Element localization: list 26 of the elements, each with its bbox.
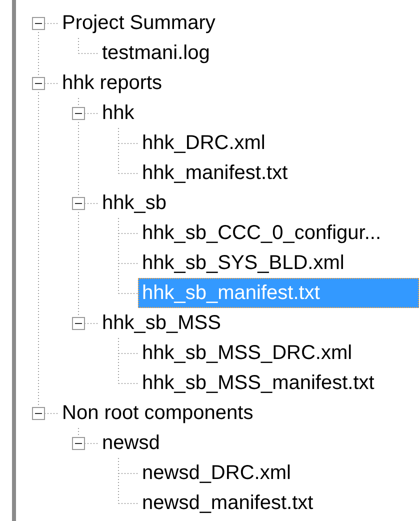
tree-item[interactable]: hhk_DRC.xml (138, 128, 270, 158)
tree-item[interactable]: testmani.log (98, 38, 214, 68)
tree-line (78, 38, 98, 54)
collapse-toggle[interactable] (32, 17, 45, 30)
tree-line (78, 428, 98, 444)
collapse-toggle[interactable] (72, 107, 85, 120)
tree-item[interactable]: newsd_manifest.txt (138, 488, 318, 518)
tree-item[interactable]: hhk reports (58, 68, 166, 98)
collapse-toggle[interactable] (32, 407, 45, 420)
tree-item[interactable]: hhk_sb (98, 188, 170, 218)
tree-item[interactable]: hhk_sb_MSS_manifest.txt (138, 368, 378, 398)
tree-item[interactable]: hhk_sb_MSS (98, 308, 225, 338)
collapse-toggle[interactable] (72, 437, 85, 450)
tree-line (118, 218, 138, 248)
tree-item[interactable]: newsd_DRC.xml (138, 458, 295, 488)
tree-item[interactable]: newsd (98, 428, 164, 458)
tree-item[interactable]: Non root components (58, 398, 258, 428)
collapse-toggle[interactable] (72, 197, 85, 210)
tree-item[interactable]: hhk_sb_CCC_0_configur... (138, 218, 386, 248)
tree-item[interactable]: hhk_sb_MSS_DRC.xml (138, 338, 356, 368)
collapse-toggle[interactable] (32, 77, 45, 90)
collapse-toggle[interactable] (72, 317, 85, 330)
tree-item[interactable]: hhk_sb_SYS_BLD.xml (138, 248, 348, 278)
tree-item[interactable]: Project Summary (58, 8, 220, 38)
tree-item[interactable]: hhk_manifest.txt (138, 158, 292, 188)
tree-item[interactable]: hhk (98, 98, 138, 128)
